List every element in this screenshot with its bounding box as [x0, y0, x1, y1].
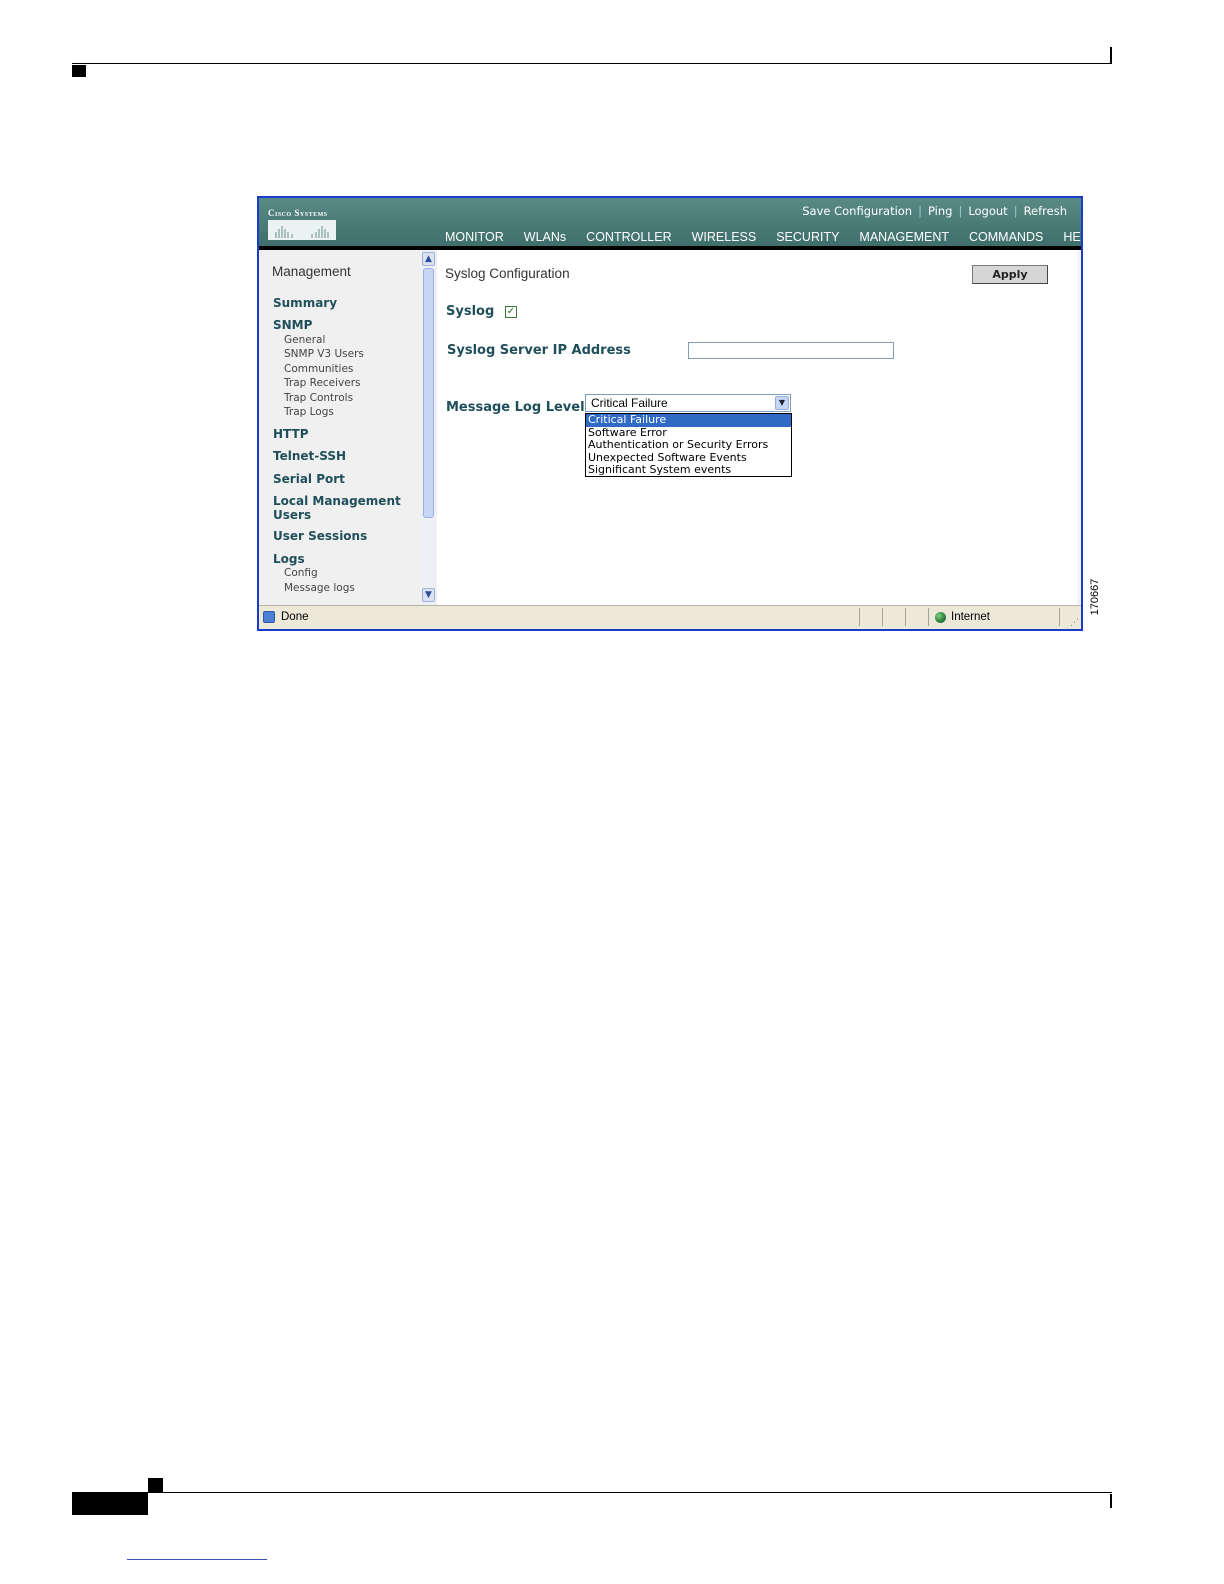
sidebar-item-local-management-users[interactable]: Users — [273, 508, 311, 522]
cisco-bridge-icon — [268, 220, 336, 240]
sidebar-item-logs[interactable]: Logs — [273, 552, 305, 566]
sidebar-item-http[interactable]: HTTP — [273, 427, 308, 441]
header-tick — [1110, 47, 1112, 64]
sidebar-subitem-snmp-v3-users[interactable]: SNMP V3 Users — [284, 348, 364, 360]
footer-tick — [1110, 1494, 1112, 1508]
status-divider — [905, 608, 906, 626]
figure-id: 170667 — [1089, 578, 1101, 616]
sidebar-item-local-management[interactable]: Local Management — [273, 494, 401, 508]
log-level-selected: Critical Failure — [591, 396, 668, 410]
sidebar-subitem-config[interactable]: Config — [284, 567, 318, 579]
log-level-select[interactable]: Critical Failure ▼ — [585, 394, 791, 412]
log-level-option[interactable]: Authentication or Security Errors — [586, 438, 791, 452]
page-title: Syslog Configuration — [445, 266, 570, 281]
status-text: Done — [281, 611, 309, 623]
status-divider — [928, 608, 929, 626]
ping-link[interactable]: Ping — [928, 204, 952, 218]
status-divider — [1059, 608, 1060, 626]
page-icon — [263, 611, 275, 623]
footer-link-underline — [127, 1559, 267, 1560]
sidebar-subitem-communities[interactable]: Communities — [284, 363, 353, 375]
header-rule — [72, 63, 1112, 64]
globe-icon — [935, 612, 946, 623]
sidebar-scrollbar[interactable]: ▲ ▼ — [421, 250, 437, 605]
footer-rule — [72, 1492, 1112, 1493]
chevron-down-icon[interactable]: ▼ — [775, 396, 789, 410]
logout-link[interactable]: Logout — [968, 204, 1007, 218]
sidebar-item-snmp[interactable]: SNMP — [273, 318, 312, 332]
footer-marker — [148, 1478, 163, 1492]
sidebar-subitem-general[interactable]: General — [284, 334, 325, 346]
resize-grip-icon[interactable]: ⋰ — [1070, 618, 1079, 628]
scroll-down-icon[interactable]: ▼ — [422, 588, 435, 602]
sidebar-item-telnet-ssh[interactable]: Telnet-SSH — [273, 449, 346, 463]
log-level-options: Critical Failure Software Error Authenti… — [585, 413, 792, 477]
main-nav: MONITOR WLANs CONTROLLER WIRELESS SECURI… — [435, 230, 1081, 250]
log-level-option[interactable]: Significant System events — [586, 463, 791, 477]
refresh-link[interactable]: Refresh — [1024, 204, 1067, 218]
sidebar-subitem-trap-logs[interactable]: Trap Logs — [284, 406, 334, 418]
scroll-up-icon[interactable]: ▲ — [422, 252, 435, 266]
security-zone: Internet — [951, 611, 990, 623]
sidebar-subitem-message-logs[interactable]: Message logs — [284, 582, 355, 594]
server-ip-input[interactable] — [688, 342, 894, 359]
browser-window: Cisco Systems Save Configuration | Ping | Lo… — [257, 196, 1083, 631]
footer-block — [72, 1493, 148, 1515]
brand-name: Cisco Systems — [268, 208, 328, 218]
header-marker — [72, 65, 86, 77]
syslog-checkbox[interactable]: ✓ — [505, 306, 517, 318]
sidebar-title: Management — [272, 264, 351, 279]
sidebar-item-summary[interactable]: Summary — [273, 296, 337, 310]
utility-links: Save Configuration | Ping | Logout | Refresh — [802, 204, 1067, 218]
log-level-option[interactable]: Critical Failure — [586, 413, 791, 427]
save-configuration-link[interactable]: Save Configuration — [802, 204, 912, 218]
cisco-logo: Cisco Systems — [268, 205, 336, 241]
sidebar-item-serial-port[interactable]: Serial Port — [273, 472, 345, 486]
apply-button[interactable]: Apply — [972, 265, 1048, 284]
sidebar: Management Summary SNMP General SNMP V3 … — [259, 250, 421, 605]
scroll-thumb[interactable] — [423, 268, 434, 518]
main-content: Syslog Configuration Apply Syslog ✓ Sysl… — [437, 250, 1077, 605]
app-header: Cisco Systems Save Configuration | Ping | Lo… — [259, 198, 1081, 250]
status-divider — [859, 608, 860, 626]
sidebar-item-user-sessions[interactable]: User Sessions — [273, 529, 367, 543]
sidebar-subitem-trap-receivers[interactable]: Trap Receivers — [284, 377, 361, 389]
log-level-label: Message Log Level — [446, 400, 585, 415]
status-divider — [882, 608, 883, 626]
syslog-label: Syslog — [446, 304, 495, 319]
server-ip-label: Syslog Server IP Address — [447, 343, 631, 358]
sidebar-subitem-trap-controls[interactable]: Trap Controls — [284, 392, 353, 404]
browser-status-bar: Done Internet ⋰ — [259, 605, 1081, 629]
